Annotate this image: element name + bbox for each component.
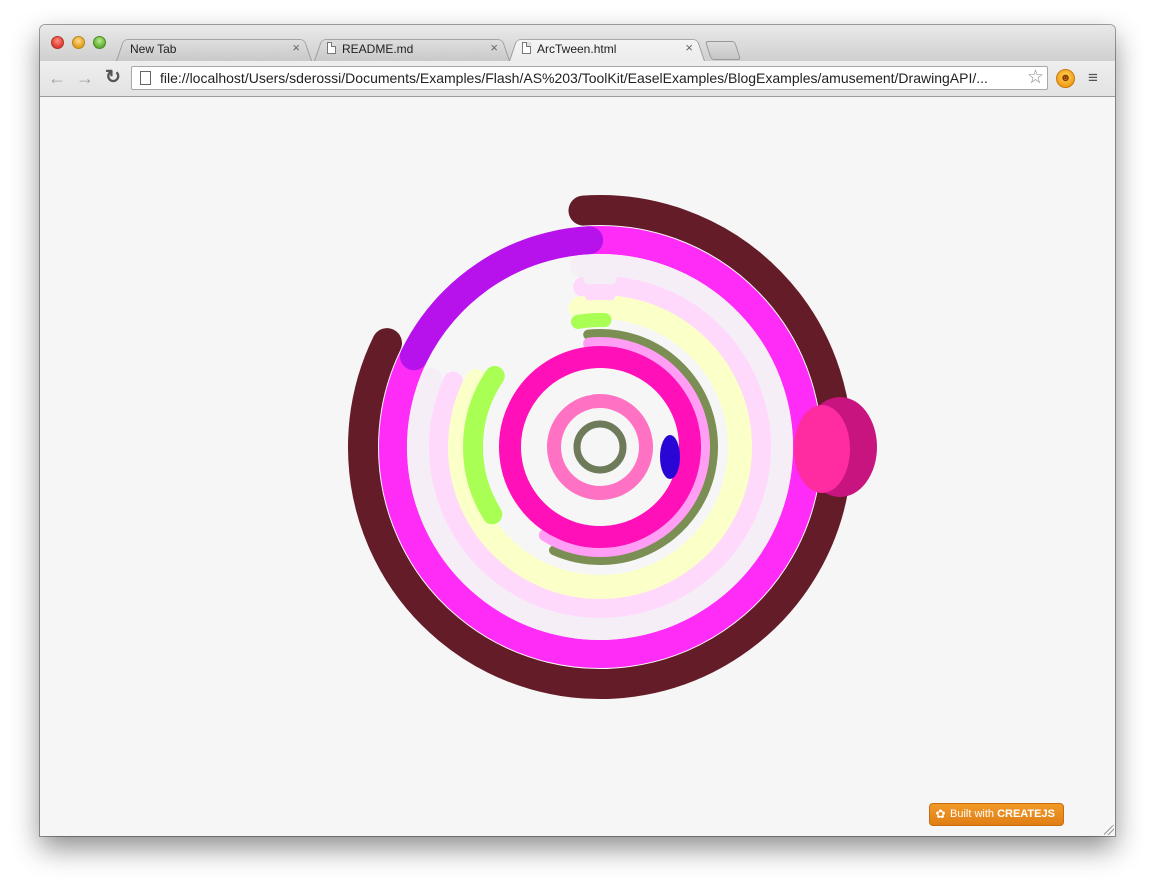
reload-icon[interactable]: ↻ <box>101 67 125 89</box>
document-icon <box>327 42 336 54</box>
smiley-icon[interactable]: ☻ <box>1056 69 1075 88</box>
arc-canvas[interactable] <box>40 97 1115 836</box>
hamburger-menu-icon[interactable]: ≡ <box>1088 69 1102 86</box>
tab-arctween[interactable]: ArcTween.html × <box>509 37 705 61</box>
address-bar[interactable]: file://localhost/Users/sderossi/Document… <box>131 66 1048 90</box>
arc-ring-6 <box>463 365 505 525</box>
tab-readme[interactable]: README.md × <box>314 37 510 61</box>
new-tab-button[interactable] <box>704 41 742 60</box>
window-close-button[interactable] <box>51 36 64 49</box>
arc-ring-11 <box>547 394 653 500</box>
arrow-right-icon[interactable]: → <box>73 67 97 89</box>
tab-close-icon[interactable]: × <box>685 40 693 55</box>
page-content: ✿ Built with CREATEJS <box>40 97 1115 836</box>
title-bar: New Tab × README.md × ArcTween.html × <box>40 25 1115 62</box>
page-icon <box>140 71 151 85</box>
tab-title: New Tab <box>130 42 177 56</box>
url-text[interactable]: file://localhost/Users/sderossi/Document… <box>160 70 1022 86</box>
built-with-createjs-badge[interactable]: ✿ Built with CREATEJS <box>929 803 1064 826</box>
arc-blob-2 <box>660 435 680 479</box>
browser-window: New Tab × README.md × ArcTween.html × ← … <box>40 25 1115 836</box>
resize-grip-icon[interactable] <box>1104 825 1114 835</box>
tab-title: ArcTween.html <box>537 42 617 56</box>
createjs-logo-icon: ✿ <box>935 807 946 821</box>
toolbar: ← → ↻ file://localhost/Users/sderossi/Do… <box>40 61 1115 97</box>
arc-ring-12 <box>573 420 627 474</box>
tab-title: README.md <box>342 42 414 56</box>
star-icon[interactable]: ☆ <box>1027 67 1044 89</box>
document-icon <box>522 42 531 54</box>
tab-close-icon[interactable]: × <box>292 40 300 55</box>
arc-blob-1 <box>794 405 850 493</box>
tab-close-icon[interactable]: × <box>490 40 498 55</box>
window-minimize-button[interactable] <box>72 36 85 49</box>
arc-ring-2 <box>399 226 604 371</box>
window-maximize-button[interactable] <box>93 36 106 49</box>
arc-ring-7 <box>570 313 612 329</box>
arrow-left-icon[interactable]: ← <box>45 67 69 89</box>
tab-new-tab[interactable]: New Tab × <box>116 37 312 61</box>
badge-prefix: Built with <box>950 808 998 820</box>
badge-brand: CREATEJS <box>997 808 1055 820</box>
